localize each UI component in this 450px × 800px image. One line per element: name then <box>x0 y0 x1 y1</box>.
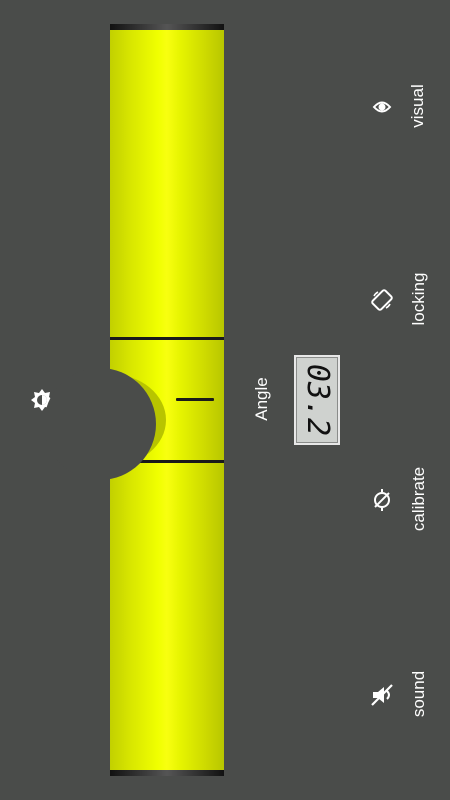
center-tick <box>176 398 214 401</box>
angle-value: 03.2 <box>300 363 335 437</box>
sound-button[interactable]: sound <box>408 662 430 726</box>
screen-rotation-lock-icon[interactable] <box>370 288 394 312</box>
calibrate-icon[interactable] <box>370 488 394 512</box>
sound-off-icon[interactable] <box>369 682 395 708</box>
tube-bottom-cap <box>110 770 224 776</box>
level-marker-top <box>110 337 224 340</box>
tube-top-cap <box>110 24 224 30</box>
calibrate-button[interactable]: calibrate <box>408 454 430 544</box>
locking-button[interactable]: locking <box>408 264 430 334</box>
visual-button[interactable]: visual <box>407 76 429 136</box>
eye-icon[interactable] <box>371 96 393 118</box>
level-bubble <box>44 368 156 480</box>
angle-label: Angle <box>252 377 271 421</box>
